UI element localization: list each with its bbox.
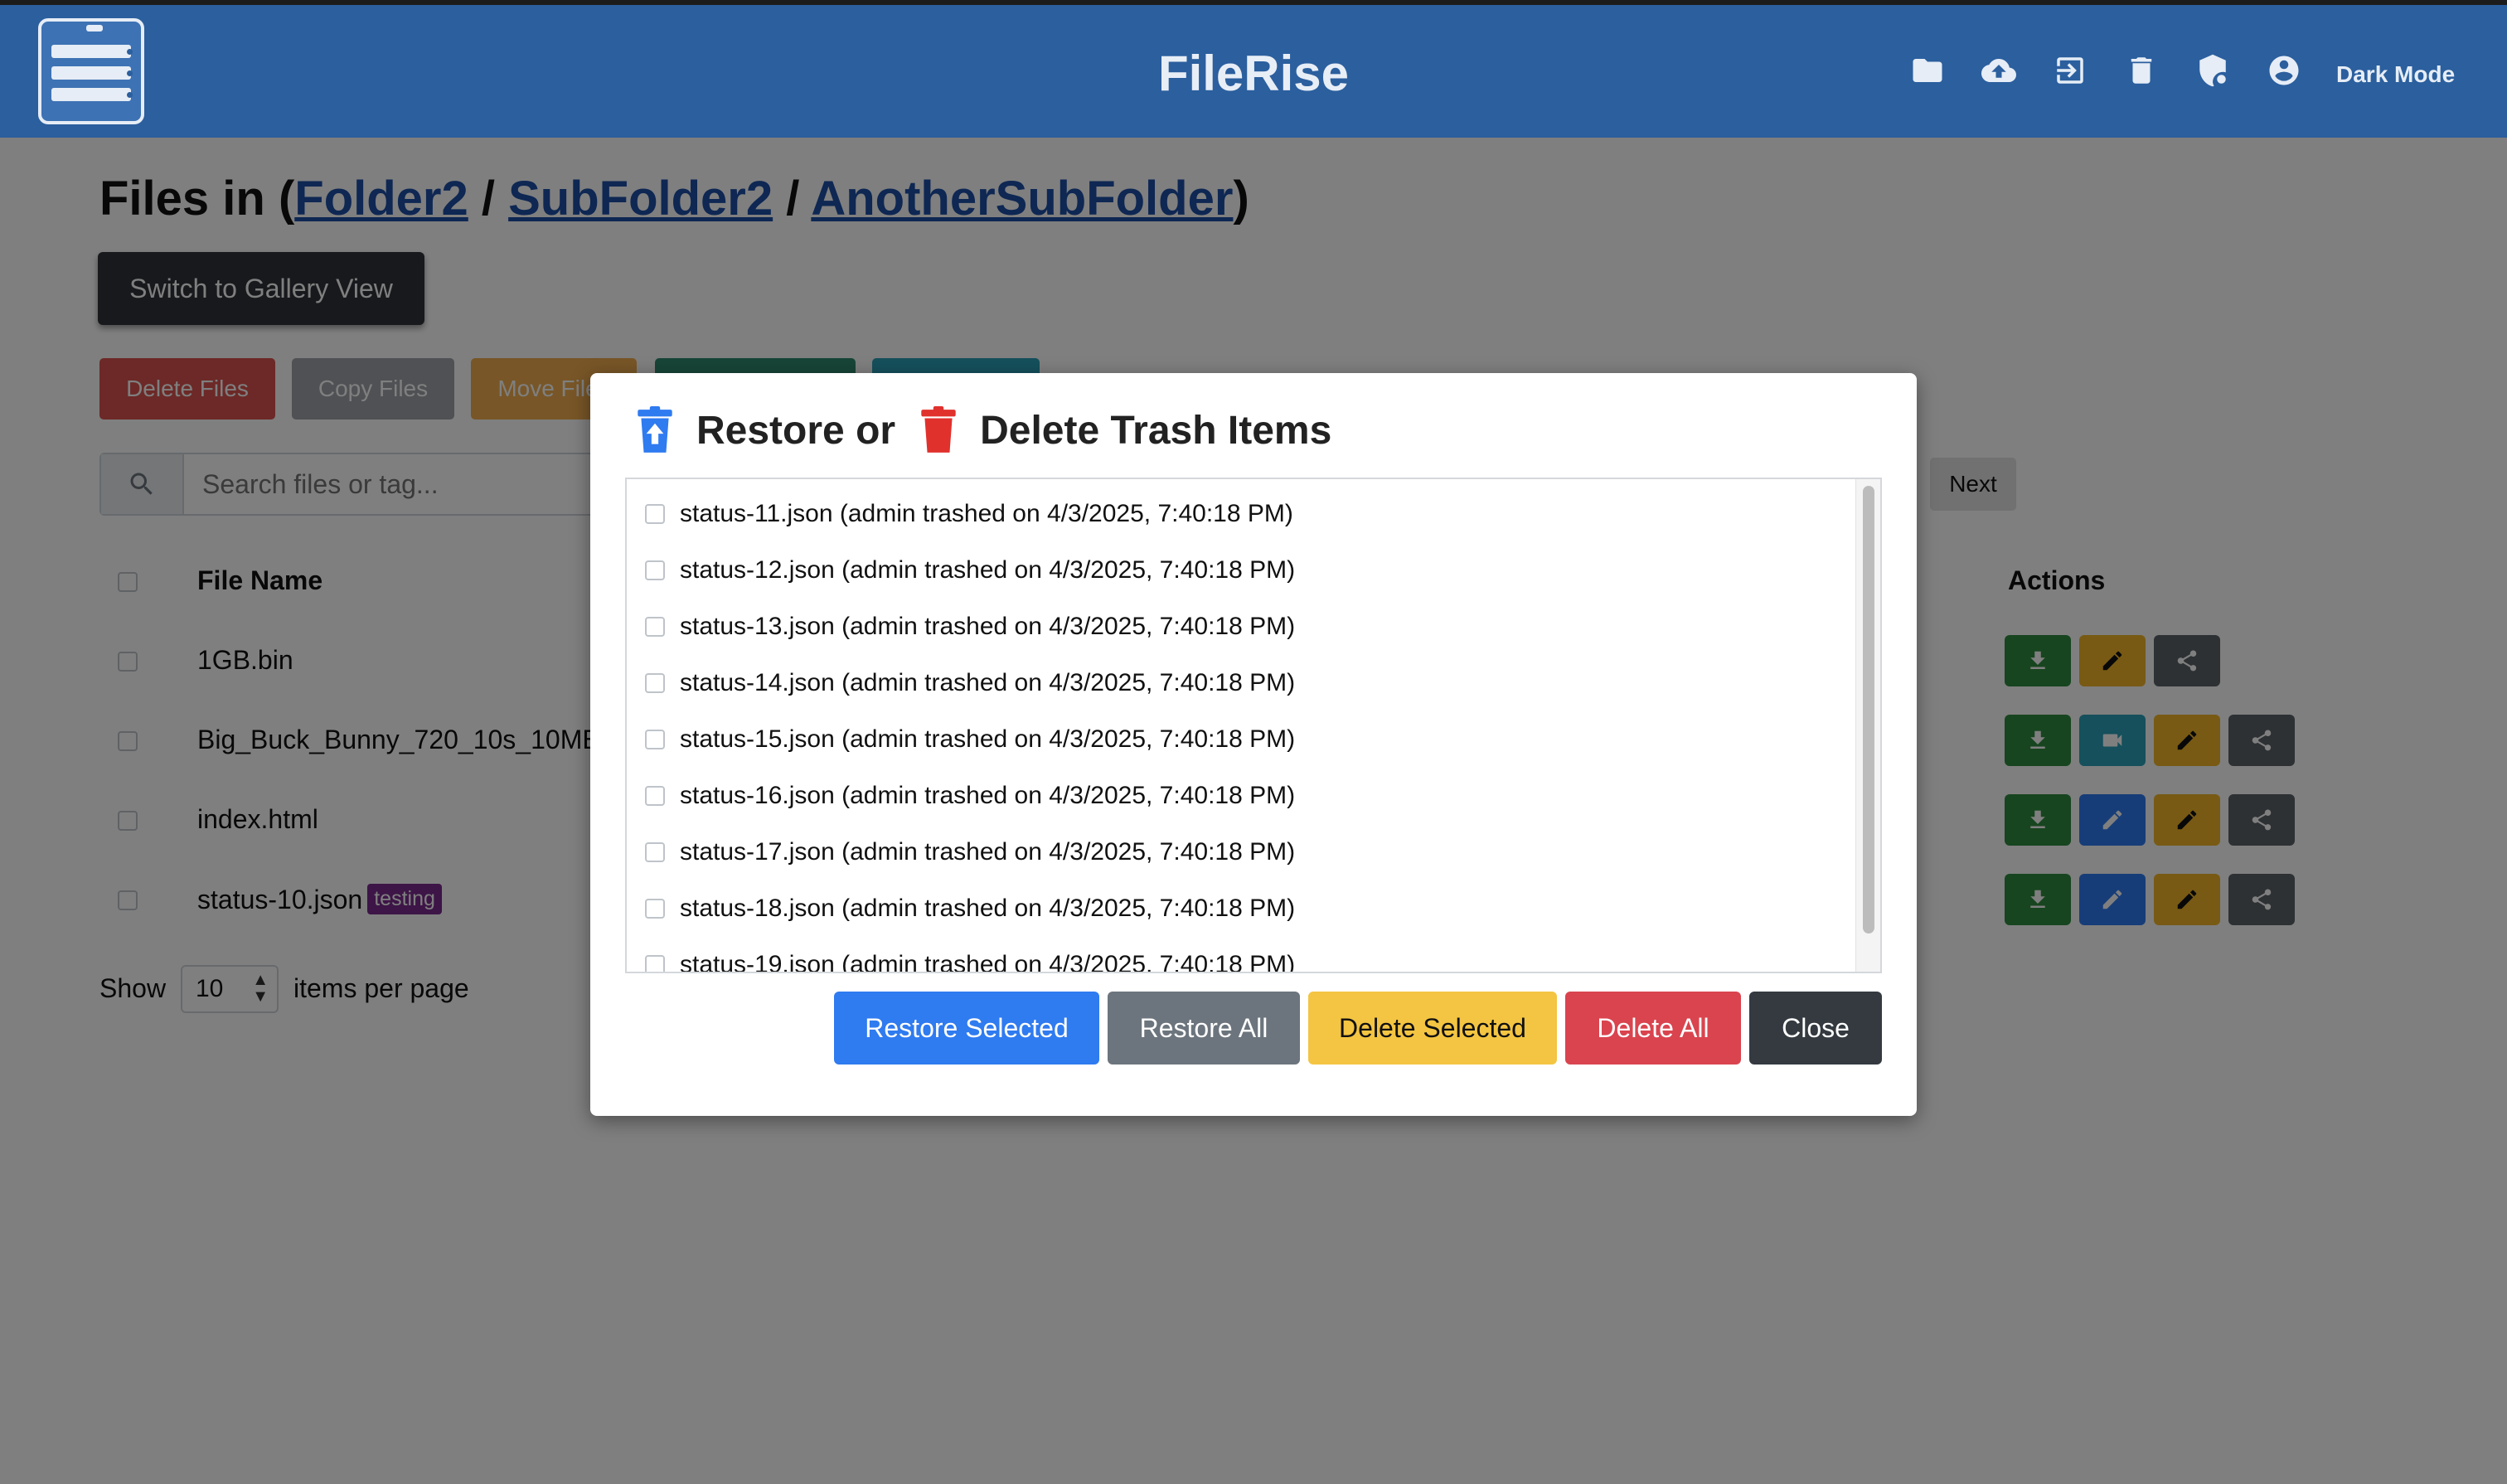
list-scrollbar[interactable]	[1855, 479, 1880, 972]
trash-item-checkbox[interactable]	[645, 899, 665, 919]
restore-all-button[interactable]: Restore All	[1108, 992, 1300, 1065]
restore-trash-icon	[638, 406, 672, 453]
trash-modal: Restore or Delete Trash Items status-11.…	[590, 373, 1917, 1116]
modal-title: Restore or Delete Trash Items	[633, 406, 1331, 454]
logout-icon[interactable]	[2053, 53, 2088, 88]
dark-mode-toggle[interactable]: Dark Mode	[2336, 61, 2455, 88]
delete-selected-button[interactable]: Delete Selected	[1308, 992, 1557, 1065]
trash-item[interactable]: status-15.json (admin trashed on 4/3/202…	[627, 711, 1854, 768]
cloud-upload-icon[interactable]	[1981, 53, 2016, 88]
close-button[interactable]: Close	[1749, 992, 1882, 1065]
trash-item-checkbox[interactable]	[645, 673, 665, 693]
trash-item[interactable]: status-14.json (admin trashed on 4/3/202…	[627, 655, 1854, 711]
trash-item[interactable]: status-17.json (admin trashed on 4/3/202…	[627, 824, 1854, 880]
trash-item-checkbox[interactable]	[645, 560, 665, 580]
app-header: FileRise Dark Mode	[0, 5, 2507, 138]
account-circle-icon[interactable]	[2267, 53, 2301, 88]
trash-item-checkbox[interactable]	[645, 617, 665, 637]
restore-selected-button[interactable]: Restore Selected	[834, 992, 1099, 1065]
scrollbar-thumb[interactable]	[1863, 486, 1874, 934]
trash-item[interactable]: status-12.json (admin trashed on 4/3/202…	[627, 542, 1854, 599]
trash-item-checkbox[interactable]	[645, 730, 665, 749]
trash-icon[interactable]	[2124, 53, 2159, 88]
trash-item-checkbox[interactable]	[645, 842, 665, 862]
trash-item[interactable]: status-16.json (admin trashed on 4/3/202…	[627, 768, 1854, 824]
trash-item[interactable]: status-11.json (admin trashed on 4/3/202…	[627, 486, 1854, 542]
trash-item-checkbox[interactable]	[645, 504, 665, 524]
trash-items-list[interactable]: status-11.json (admin trashed on 4/3/202…	[625, 478, 1882, 973]
trash-item[interactable]: status-18.json (admin trashed on 4/3/202…	[627, 880, 1854, 937]
trash-item[interactable]: status-13.json (admin trashed on 4/3/202…	[627, 599, 1854, 655]
trash-item-checkbox[interactable]	[645, 955, 665, 972]
trash-item[interactable]: status-19.json (admin trashed on 4/3/202…	[627, 937, 1854, 972]
trash-item-checkbox[interactable]	[645, 786, 665, 806]
delete-trash-icon	[921, 406, 956, 453]
shield-gear-icon[interactable]	[2195, 53, 2230, 88]
delete-all-button[interactable]: Delete All	[1565, 992, 1741, 1065]
folder-icon[interactable]	[1910, 53, 1945, 88]
